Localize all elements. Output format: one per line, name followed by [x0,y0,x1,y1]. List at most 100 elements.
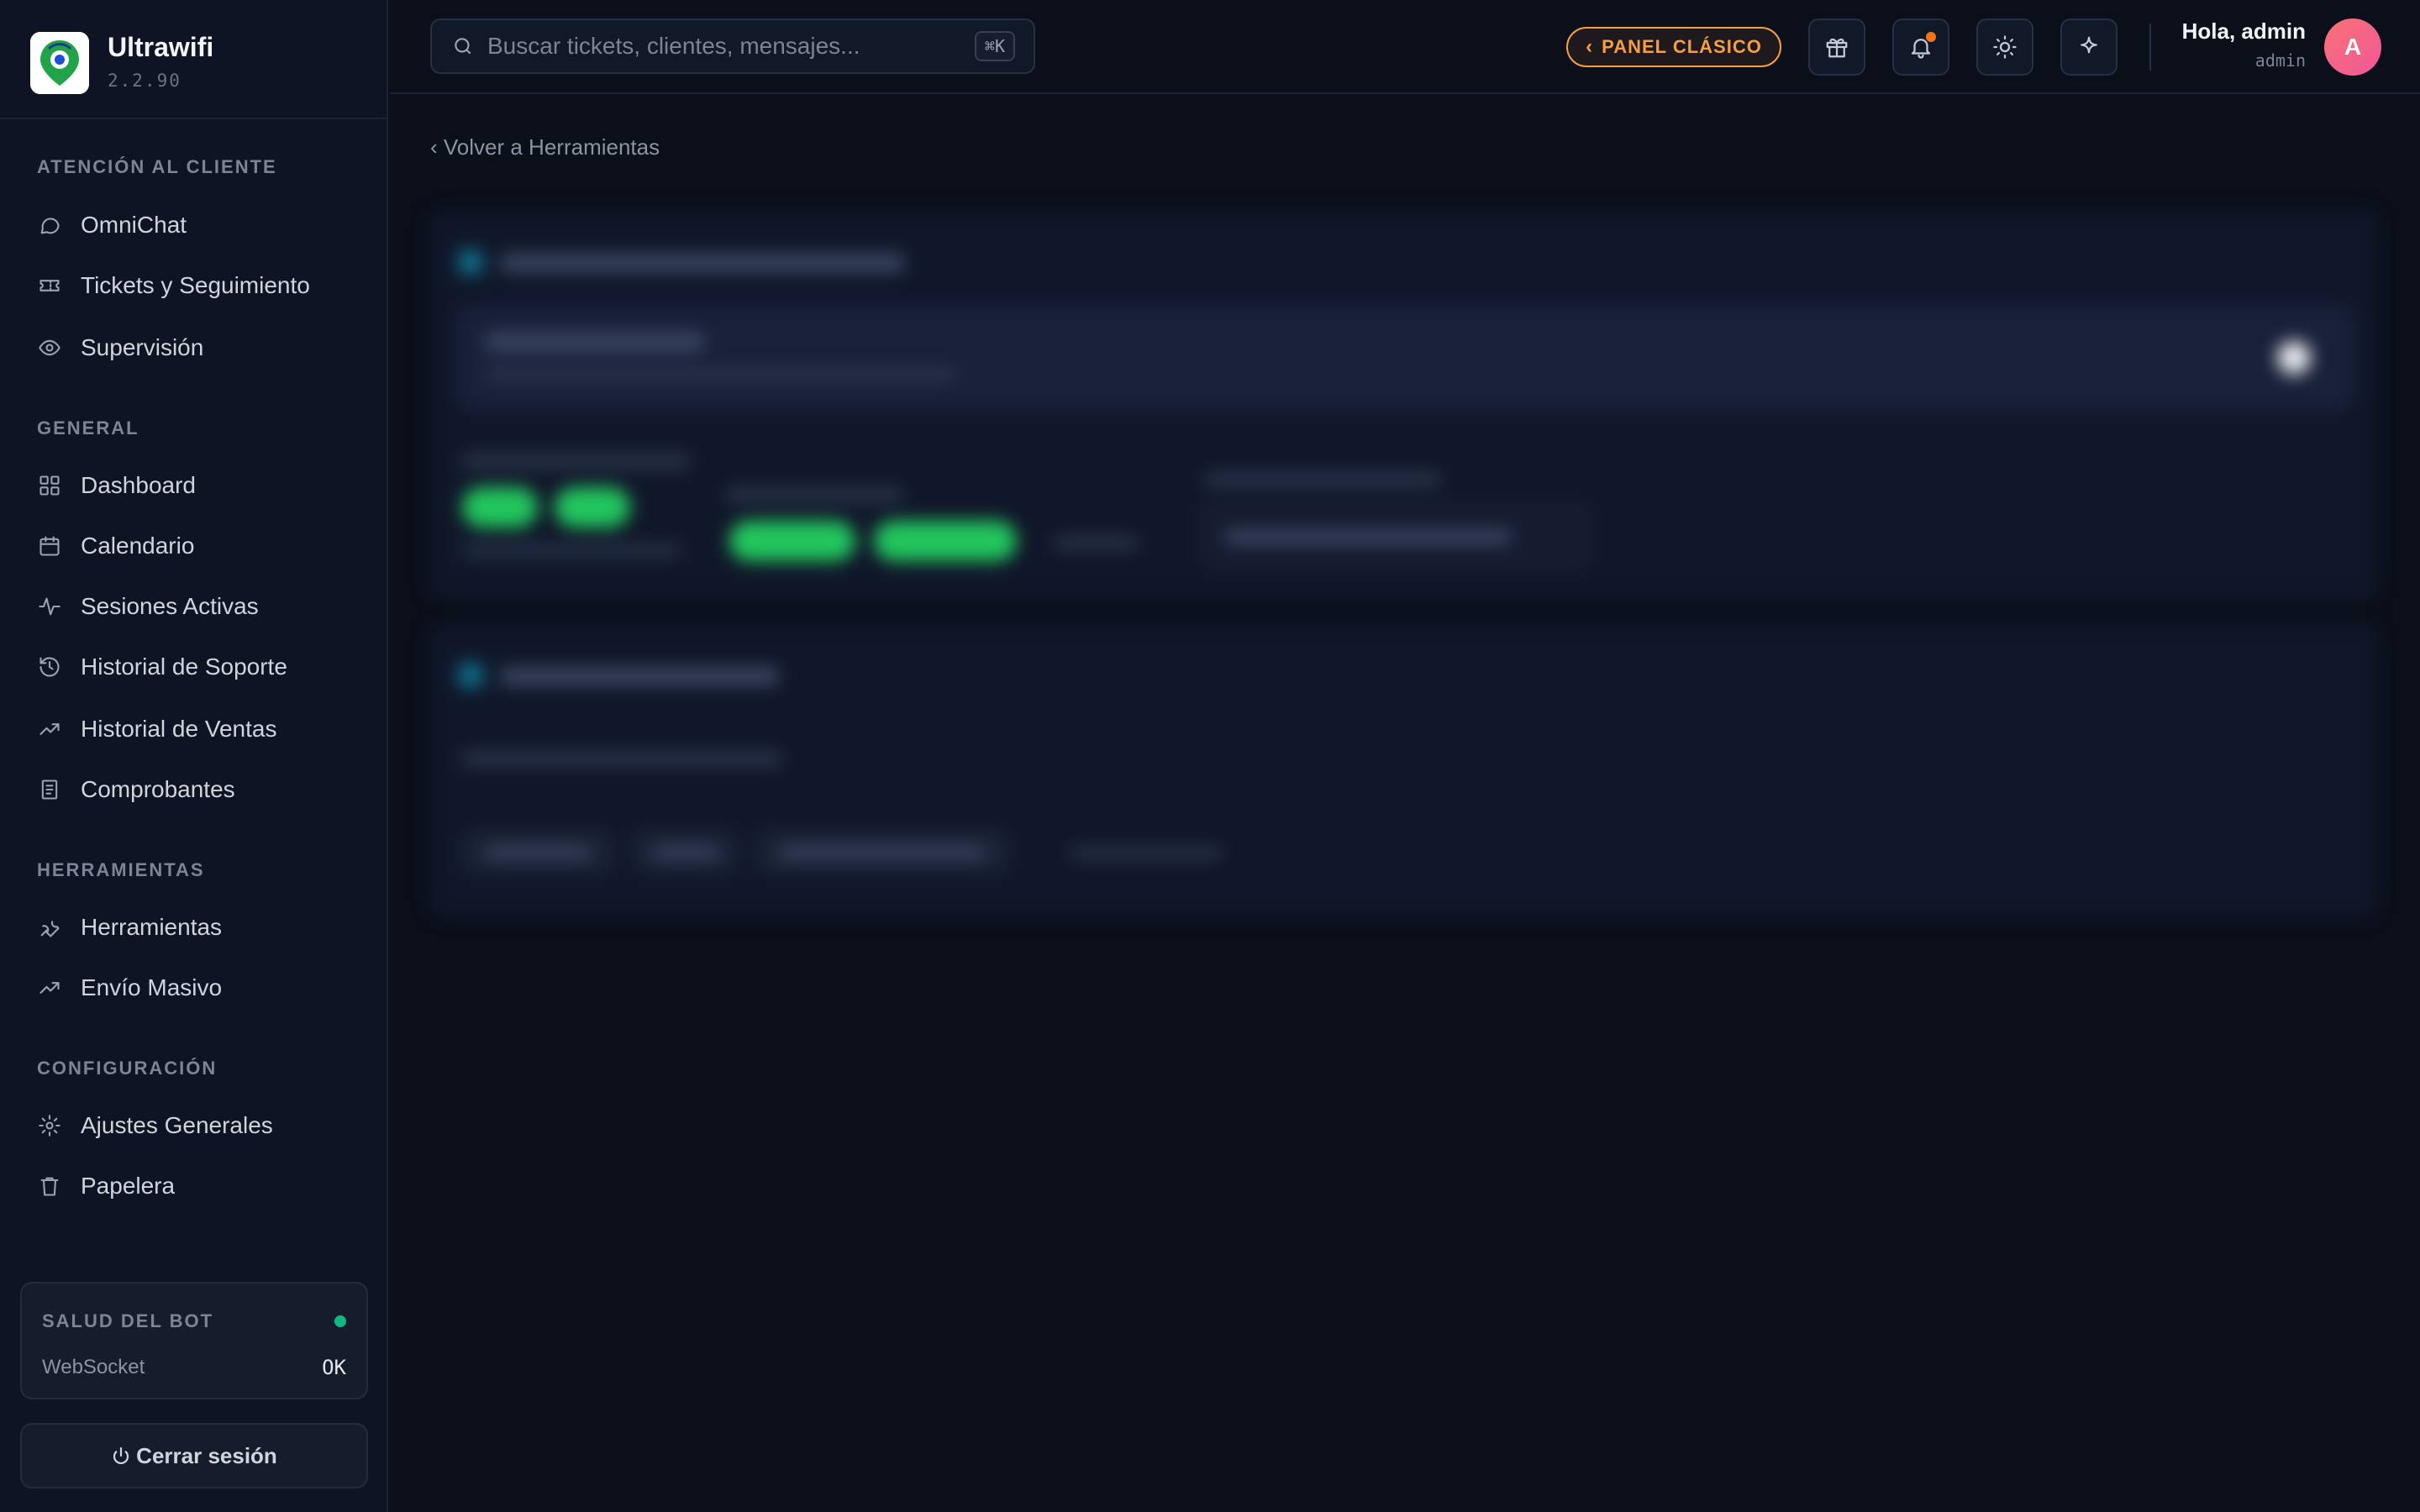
sidebar-item-supervision[interactable]: Supervisión [20,322,368,374]
sidebar-item-herramientas[interactable]: Herramientas [20,901,368,953]
topbar: ⌘K ‹ PANEL CLÁSICO Hola, admin admin A [390,0,2420,94]
sidebar-item-label: Ajustes Generales [81,1112,273,1138]
notification-dot [1926,32,1936,42]
green-pill[interactable] [462,487,538,528]
history-icon [37,654,62,680]
row-title-placeholder [486,333,704,351]
chip-label-placeholder [654,847,718,858]
green-pill[interactable] [729,521,855,561]
sidebar-item-label: OmniChat [81,212,187,238]
gear-icon [37,1113,62,1138]
label-placeholder [1071,847,1222,858]
sidebar-item-envio-masivo[interactable]: Envío Masivo [20,962,368,1014]
action-chip[interactable] [462,830,613,874]
sidebar-item-label: Tickets y Seguimiento [81,272,310,298]
sidebar-item-calendario[interactable]: Calendario [20,520,368,572]
section-label-herramientas: HERRAMIENTAS [37,859,205,880]
label-placeholder [726,487,902,502]
card-icon [459,664,482,687]
sidebar-item-label: Papelera [81,1173,176,1199]
health-key-websocket: WebSocket [42,1356,145,1378]
sidebar-item-historial-soporte[interactable]: Historial de Soporte [20,641,368,693]
section-label-general: GENERAL [37,417,139,438]
sidebar-item-label: Calendario [81,533,195,559]
section-label-configuracion: CONFIGURACIÓN [37,1058,218,1079]
wrench-icon [37,915,62,940]
eye-icon [37,335,62,360]
sidebar-item-omnichat[interactable]: OmniChat [20,199,368,251]
bot-health-title: SALUD DEL BOT [42,1310,214,1331]
sidebar-item-label: Envío Masivo [81,974,223,1000]
sidebar-item-comprobantes[interactable]: Comprobantes [20,764,368,816]
receipt-icon [37,777,62,802]
notifications-button[interactable] [1892,18,1949,76]
sidebar-item-dashboard[interactable]: Dashboard [20,459,368,512]
hint-placeholder [462,751,781,766]
search-icon [455,38,471,55]
green-pill[interactable] [555,487,630,528]
trending-up-icon [37,717,62,742]
select-dropdown[interactable] [1200,504,1588,566]
chat-bubble-icon [37,213,62,238]
sidebar-item-tickets[interactable]: Tickets y Seguimiento [20,260,368,312]
search-shortcut-badge: ⌘K [974,31,1015,61]
brand-logo-icon[interactable] [30,32,89,94]
select-value-placeholder [1225,529,1511,544]
sidebar-item-ajustes[interactable]: Ajustes Generales [20,1100,368,1152]
power-icon [113,1446,129,1465]
calendar-icon [37,533,62,559]
topbar-divider [2149,24,2151,71]
grid-icon [37,473,62,498]
sidebar-item-label: Historial de Ventas [81,716,277,742]
classic-panel-button[interactable]: ‹ PANEL CLÁSICO [1566,27,1781,67]
back-to-tools-link[interactable]: ‹ Volver a Herramientas [430,134,660,160]
sidebar-item-label: Herramientas [81,914,223,940]
brand-name: Ultrawifi [108,32,214,62]
avatar[interactable]: A [2324,18,2381,76]
card-icon [459,250,482,274]
chip-label-placeholder [486,847,590,858]
row-desc-placeholder [486,368,956,381]
user-role: admin [2254,50,2306,71]
green-pill[interactable] [874,521,1017,561]
ai-assistant-button[interactable] [2060,18,2118,76]
sidebar: Ultrawifi 2.2.90 ATENCIÓN AL CLIENTE Omn… [0,0,388,1512]
sidebar-item-label: Dashboard [81,472,196,498]
auto-notices-row [457,306,2353,410]
notice-schedule-card [430,625,2376,916]
user-greeting: Hola, admin [2181,18,2306,44]
card-title-placeholder [501,254,904,272]
action-chip[interactable] [634,830,738,874]
hint-placeholder [462,544,681,556]
sidebar-item-label: Sesiones Activas [81,593,259,619]
search-bar[interactable]: ⌘K [430,18,1035,74]
bot-health-card: SALUD DEL BOT WebSocket OK [20,1282,368,1399]
toggle-switch[interactable] [2277,341,2311,375]
trash-icon [37,1173,62,1199]
label-placeholder [1205,472,1440,487]
search-input[interactable] [487,20,975,72]
card-title-placeholder [501,667,778,685]
chip-label-placeholder [780,847,985,858]
sidebar-item-label: Historial de Soporte [81,654,287,680]
sidebar-item-label: Supervisión [81,334,204,360]
brand-header: Ultrawifi 2.2.90 [0,0,387,119]
app-root: Ultrawifi 2.2.90 ATENCIÓN AL CLIENTE Omn… [0,0,2420,1512]
gift-icon [1826,38,1848,58]
theme-toggle-button[interactable] [1976,18,2033,76]
brand-version: 2.2.90 [108,71,182,91]
label-placeholder [1054,536,1138,549]
ticket-icon [37,273,62,298]
trending-up-icon [37,975,62,1000]
logout-button[interactable]: Cerrar sesión [20,1423,368,1488]
gift-button[interactable] [1808,18,1865,76]
sidebar-item-historial-ventas[interactable]: Historial de Ventas [20,703,368,755]
auto-notices-card [430,212,2376,598]
section-label-atencion: ATENCIÓN AL CLIENTE [37,156,277,177]
action-chip[interactable] [756,830,1008,874]
classic-panel-label: PANEL CLÁSICO [1602,36,1762,57]
sidebar-item-papelera[interactable]: Papelera [20,1160,368,1212]
sidebar-item-label: Comprobantes [81,776,235,802]
sidebar-item-sesiones[interactable]: Sesiones Activas [20,580,368,633]
sun-icon [1993,35,2017,59]
